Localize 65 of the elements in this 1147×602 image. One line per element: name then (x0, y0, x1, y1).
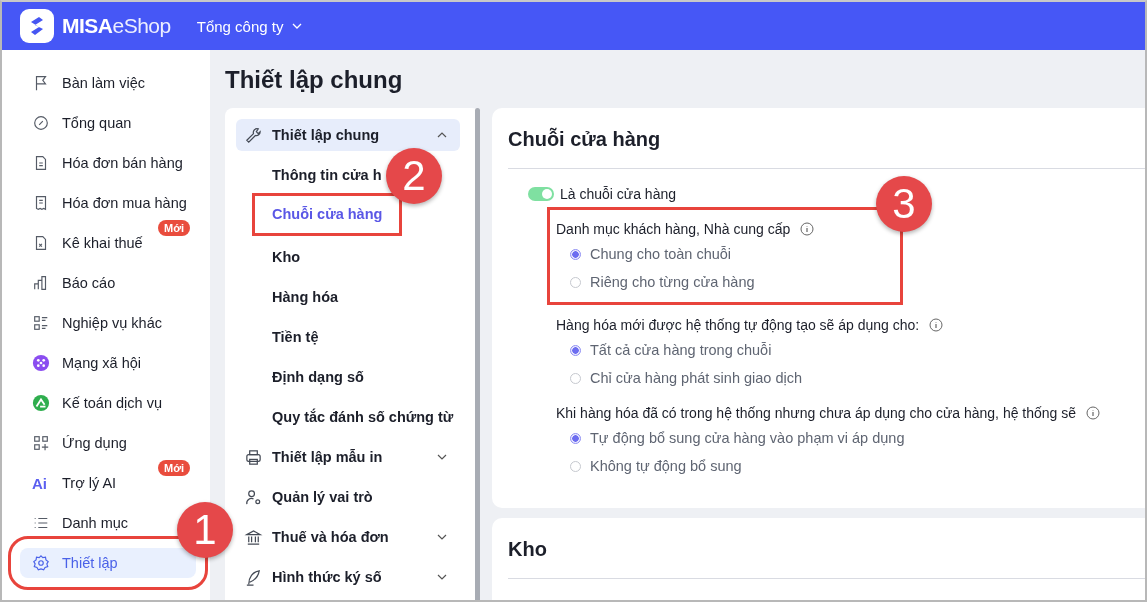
settings-nav-group[interactable]: Thiết lập chung (236, 119, 460, 151)
sidebar-item[interactable]: Ai Trợ lý AI (20, 468, 127, 498)
printer-icon (244, 447, 263, 467)
apps-icon (32, 434, 50, 452)
sidebar-item[interactable]: Kế toán dịch vụ (20, 388, 172, 418)
user-settings-icon (244, 487, 263, 507)
new-badge: Mới (158, 460, 191, 476)
toggle-label: Là chuỗi cửa hàng (560, 186, 676, 202)
sidebar-item[interactable]: Nghiệp vụ khác (20, 308, 172, 338)
option-group-title: Hàng hóa mới được hệ thống tự động tạo sẽ áp dụng cho: (556, 317, 920, 333)
radio-label: Chỉ cửa hàng phát sinh giao dịch (590, 370, 803, 386)
radio-label: Tự động bổ sung cửa hàng vào phạm vi áp dụng (590, 430, 905, 446)
option-group-title: Khi hàng hóa đã có trong hệ thống nhưng chưa áp dụng cho cửa hàng, hệ thống sẽ (556, 405, 1077, 421)
network-icon (32, 354, 50, 372)
gauge-icon (32, 114, 50, 132)
sidebar-item[interactable]: Hóa đơn mua hàng (20, 188, 197, 218)
info-icon (800, 222, 815, 236)
scrollbar[interactable] (475, 108, 480, 600)
sidebar-item[interactable]: Danh mục (20, 508, 139, 538)
radio-label: Không tự động bổ sung (590, 458, 742, 474)
new-badge: Mới (158, 220, 191, 236)
logo-icon (20, 9, 54, 43)
radio-label: Chung cho toàn chuỗi (590, 246, 732, 262)
brand-name: MISAeShop (62, 14, 171, 38)
logo-icon (32, 394, 50, 412)
sidebar-item[interactable]: Hóa đơn bán hàng (20, 148, 193, 178)
settings-nav-item[interactable]: Quy tắc đánh số chứng từ (272, 401, 454, 433)
sidebar-item[interactable]: Bàn làm việc (20, 68, 155, 98)
toggle-switch[interactable] (528, 187, 554, 201)
radio-button[interactable] (570, 344, 581, 356)
section-title: Chuỗi cửa hàng (508, 126, 662, 152)
settings-nav-item[interactable]: Hàng hóa (272, 281, 339, 313)
organization-dropdown[interactable]: Tổng công ty (196, 17, 304, 35)
radio-button[interactable] (570, 248, 581, 260)
option-group-title: Danh mục khách hàng, Nhà cung cấp (556, 221, 791, 237)
list-icon (32, 314, 50, 332)
bank-icon (244, 527, 263, 547)
quill-icon (244, 567, 263, 587)
radio-label: Riêng cho từng cửa hàng (590, 274, 755, 290)
sidebar-item[interactable]: Báo cáo (20, 268, 126, 298)
sidebar-item[interactable]: Ứng dụng (20, 428, 137, 458)
info-icon (1086, 406, 1101, 420)
settings-nav-group[interactable]: Thuế và hóa đơn (236, 521, 460, 553)
settings-nav-group[interactable]: Thiết lập mẫu in (236, 441, 460, 473)
info-icon (929, 318, 944, 332)
settings-nav-group[interactable]: Hình thức ký số (236, 561, 460, 593)
settings-nav-item[interactable]: Thông tin cửa h (272, 159, 382, 191)
section-title: Kho (508, 537, 548, 562)
sidebar-item[interactable]: Tổng quan (20, 108, 142, 138)
settings-icon (32, 554, 50, 572)
settings-nav-item[interactable]: Định dạng số (272, 361, 364, 393)
step-marker: 2 (386, 148, 442, 204)
settings-nav-item[interactable]: Tiền tệ (272, 321, 319, 353)
settings-nav-group[interactable]: Quản lý vai trò (236, 481, 460, 513)
sidebar-item[interactable]: Mạng xã hội (20, 348, 151, 378)
page-title: Thiết lập chung (225, 65, 404, 95)
sidebar-item[interactable]: Thiết lập (20, 548, 196, 578)
radio-button[interactable] (570, 432, 581, 444)
sidebar-item[interactable]: Kê khai thuế (20, 228, 153, 258)
radio-label: Tất cả cửa hàng trong chuỗi (590, 342, 772, 358)
wrench-icon (244, 125, 263, 145)
ai-icon: Ai (32, 474, 50, 492)
step-marker: 3 (876, 176, 932, 232)
settings-nav-item[interactable]: Kho (272, 241, 301, 273)
settings-nav-item[interactable]: Chuỗi cửa hàng (252, 193, 403, 236)
